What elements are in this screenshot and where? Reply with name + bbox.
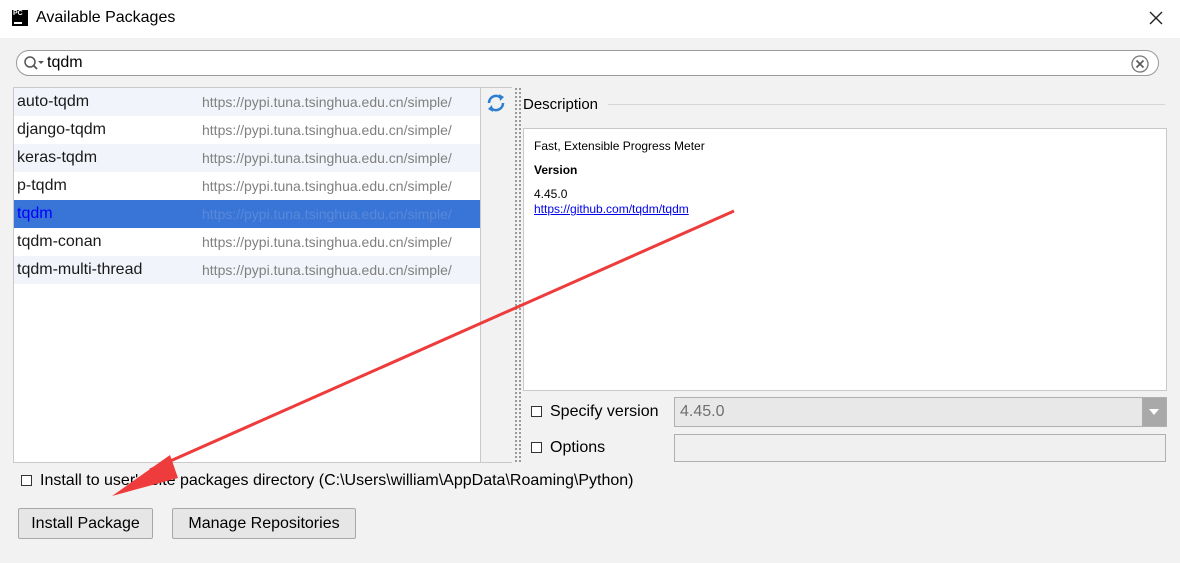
manage-repositories-button[interactable]: Manage Repositories <box>172 508 356 539</box>
search-field[interactable] <box>16 50 1159 76</box>
specify-version-label: Specify version <box>550 403 659 420</box>
version-select[interactable]: 4.45.0 <box>674 397 1167 427</box>
package-name: tqdm-conan <box>17 233 102 250</box>
package-repo-url: https://pypi.tuna.tsinghua.edu.cn/simple… <box>202 234 452 250</box>
manage-repositories-label: Manage Repositories <box>188 515 340 532</box>
package-row[interactable]: tqdm-multi-thread https://pypi.tuna.tsing… <box>14 256 480 284</box>
install-package-button[interactable]: Install Package <box>18 508 153 539</box>
specify-version-checkbox[interactable] <box>531 406 542 417</box>
options-input[interactable] <box>674 434 1166 462</box>
package-name: tqdm <box>17 205 53 222</box>
package-row[interactable]: keras-tqdm https://pypi.tuna.tsinghua.edu… <box>14 144 480 172</box>
clear-icon[interactable] <box>1131 55 1149 73</box>
options-label: Options <box>550 439 606 456</box>
chevron-down-icon <box>1149 409 1159 415</box>
package-name: django-tqdm <box>17 121 106 138</box>
package-list[interactable]: auto-tqdm https://pypi.tuna.tsinghua.edu.… <box>13 87 481 463</box>
pycharm-logo-icon: PC <box>12 10 28 26</box>
options-checkbox[interactable] <box>531 442 542 453</box>
package-row[interactable]: django-tqdm https://pypi.tuna.tsinghua.ed… <box>14 116 480 144</box>
package-name: keras-tqdm <box>17 149 98 166</box>
install-user-checkbox[interactable] <box>21 475 32 486</box>
install-package-label: Install Package <box>31 515 140 532</box>
homepage-link[interactable]: https://github.com/tqdm/tqdm <box>534 202 689 216</box>
version-dropdown-button[interactable] <box>1142 398 1166 426</box>
close-button[interactable] <box>1146 8 1166 28</box>
search-input[interactable] <box>47 53 1127 73</box>
package-repo-url: https://pypi.tuna.tsinghua.edu.cn/simple… <box>202 122 452 138</box>
search-icon[interactable] <box>23 55 45 73</box>
package-name: tqdm-multi-thread <box>17 261 143 278</box>
package-row[interactable]: tqdm https://pypi.tuna.tsinghua.edu.cn/si… <box>14 200 480 228</box>
close-icon <box>1149 11 1163 25</box>
title-bar: PC Available Packages <box>0 0 1180 38</box>
description-divider <box>608 104 1165 105</box>
description-panel: Fast, Extensible Progress Meter Version … <box>523 128 1167 391</box>
package-repo-url: https://pypi.tuna.tsinghua.edu.cn/simple… <box>202 262 452 278</box>
window-title: Available Packages <box>36 9 176 26</box>
version-heading: Version <box>534 163 578 177</box>
panel-splitter[interactable] <box>514 87 522 463</box>
install-user-label: Install to user's site packages director… <box>40 472 634 489</box>
package-name: p-tqdm <box>17 177 67 194</box>
package-summary: Fast, Extensible Progress Meter <box>534 139 705 153</box>
list-toolbar <box>481 87 512 463</box>
version-text: 4.45.0 <box>534 187 568 201</box>
package-repo-url: https://pypi.tuna.tsinghua.edu.cn/simple… <box>202 94 452 110</box>
package-row[interactable]: tqdm-conan https://pypi.tuna.tsinghua.edu… <box>14 228 480 256</box>
package-repo-url: https://pypi.tuna.tsinghua.edu.cn/simple… <box>202 178 452 194</box>
package-name: auto-tqdm <box>17 93 90 110</box>
version-select-value: 4.45.0 <box>680 403 725 420</box>
refresh-icon[interactable] <box>485 92 507 114</box>
package-repo-url: https://pypi.tuna.tsinghua.edu.cn/simple… <box>202 206 452 222</box>
package-row[interactable]: auto-tqdm https://pypi.tuna.tsinghua.edu.… <box>14 88 480 116</box>
package-row[interactable]: p-tqdm https://pypi.tuna.tsinghua.edu.cn/… <box>14 172 480 200</box>
package-repo-url: https://pypi.tuna.tsinghua.edu.cn/simple… <box>202 150 452 166</box>
description-label: Description <box>523 96 599 113</box>
